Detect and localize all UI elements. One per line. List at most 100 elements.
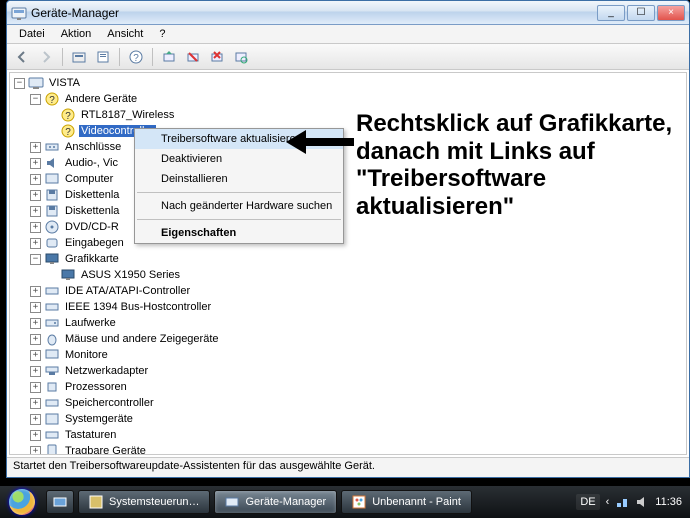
expand-icon[interactable]: + [30, 222, 41, 233]
clock[interactable]: 11:36 [655, 496, 682, 508]
control-panel-icon [89, 495, 103, 509]
node-processors[interactable]: +Prozessoren [10, 379, 686, 395]
back-button[interactable] [11, 46, 33, 68]
audio-icon [44, 155, 60, 171]
expand-icon[interactable]: + [30, 238, 41, 249]
display-icon [60, 267, 76, 283]
node-mice[interactable]: +Mäuse und andere Zeigegeräte [10, 331, 686, 347]
expand-icon[interactable]: + [30, 190, 41, 201]
windows-orb-icon [9, 489, 35, 515]
expand-icon[interactable]: + [30, 366, 41, 377]
tray-chevron-icon[interactable]: ‹ [606, 496, 610, 508]
node-network[interactable]: +Netzwerkadapter [10, 363, 686, 379]
close-button[interactable]: × [657, 5, 685, 21]
task-paint[interactable]: Unbenannt - Paint [341, 490, 472, 514]
menu-action[interactable]: Aktion [53, 26, 100, 42]
toolbar-help-icon[interactable]: ? [125, 46, 147, 68]
node-system[interactable]: +Systemgeräte [10, 411, 686, 427]
expand-icon[interactable]: + [30, 446, 41, 456]
svg-text:?: ? [65, 127, 71, 138]
taskbar: Systemsteuerun… Geräte-Manager Unbenannt… [0, 486, 690, 518]
volume-tray-icon[interactable] [635, 495, 649, 509]
separator [137, 192, 341, 193]
ctx-uninstall[interactable]: Deinstallieren [135, 169, 343, 189]
node-monitors[interactable]: +Monitore [10, 347, 686, 363]
task-control-panel[interactable]: Systemsteuerun… [78, 490, 210, 514]
minimize-button[interactable]: _ [597, 5, 625, 21]
menu-help[interactable]: ? [151, 26, 173, 42]
node-display-adapters[interactable]: −Grafikkarte [10, 251, 686, 267]
system-icon [44, 411, 60, 427]
toolbar-scan-hw-icon[interactable] [230, 46, 252, 68]
paint-icon [352, 495, 366, 509]
portable-icon [44, 443, 60, 455]
ide-icon [44, 283, 60, 299]
node-drives[interactable]: +Laufwerke [10, 315, 686, 331]
task-device-manager[interactable]: Geräte-Manager [214, 490, 337, 514]
toolbar-disable-icon[interactable] [182, 46, 204, 68]
storage-icon [44, 395, 60, 411]
expand-icon[interactable]: + [30, 318, 41, 329]
expand-icon[interactable]: + [30, 142, 41, 153]
computer-icon [44, 171, 60, 187]
network-tray-icon[interactable] [615, 495, 629, 509]
expand-icon[interactable]: + [30, 334, 41, 345]
node-ide[interactable]: +IDE ATA/ATAPI-Controller [10, 283, 686, 299]
collapse-icon[interactable]: − [14, 78, 25, 89]
ctx-disable[interactable]: Deaktivieren [135, 149, 343, 169]
start-button[interactable] [0, 486, 44, 518]
expand-icon[interactable]: + [30, 158, 41, 169]
node-1394[interactable]: +IEEE 1394 Bus-Hostcontroller [10, 299, 686, 315]
expand-icon[interactable]: + [30, 174, 41, 185]
display-icon [44, 251, 60, 267]
node-dvd[interactable]: +DVD/CD-R [10, 219, 686, 235]
language-indicator[interactable]: DE [576, 494, 599, 510]
toolbar-scan-icon[interactable] [68, 46, 90, 68]
ctx-update-driver[interactable]: Treibersoftware aktualisieren... [135, 129, 343, 149]
tree-root[interactable]: −VISTA [10, 75, 686, 91]
node-other-devices[interactable]: −?Andere Geräte [10, 91, 686, 107]
system-tray: DE ‹ 11:36 [576, 494, 690, 510]
separator [62, 48, 63, 66]
expand-icon[interactable]: + [30, 430, 41, 441]
toolbar-update-icon[interactable] [158, 46, 180, 68]
menu-bar: Datei Aktion Ansicht ? [7, 25, 689, 44]
firewire-icon [44, 299, 60, 315]
annotation-text: Rechtsklick auf Grafikkarte, danach mit … [356, 110, 690, 220]
expand-icon[interactable]: + [30, 414, 41, 425]
quick-launch[interactable] [46, 490, 74, 514]
toolbar-properties-icon[interactable] [92, 46, 114, 68]
unknown-icon: ? [60, 107, 76, 123]
show-desktop-icon [53, 495, 67, 509]
svg-text:?: ? [49, 95, 55, 106]
node-storage-ctrl[interactable]: +Speichercontroller [10, 395, 686, 411]
expand-icon[interactable]: + [30, 382, 41, 393]
expand-icon[interactable]: + [30, 302, 41, 313]
node-keyboards[interactable]: +Tastaturen [10, 427, 686, 443]
expand-icon[interactable]: + [30, 398, 41, 409]
mouse-icon [44, 331, 60, 347]
unknown-icon: ? [44, 91, 60, 107]
expand-icon[interactable]: + [30, 350, 41, 361]
app-icon [11, 5, 27, 21]
forward-button[interactable] [35, 46, 57, 68]
expand-icon[interactable]: + [30, 286, 41, 297]
expand-icon[interactable]: + [30, 206, 41, 217]
node-portable[interactable]: +Tragbare Geräte [10, 443, 686, 455]
window-title: Geräte-Manager [31, 6, 597, 20]
collapse-icon[interactable]: − [30, 254, 41, 265]
separator [152, 48, 153, 66]
title-bar[interactable]: Geräte-Manager _ ☐ × [7, 1, 689, 25]
maximize-button[interactable]: ☐ [627, 5, 655, 21]
menu-view[interactable]: Ansicht [99, 26, 151, 42]
cpu-icon [44, 379, 60, 395]
toolbar-uninstall-icon[interactable] [206, 46, 228, 68]
collapse-icon[interactable]: − [30, 94, 41, 105]
floppy-icon [44, 203, 60, 219]
node-hid[interactable]: +Eingabegen [10, 235, 686, 251]
ctx-properties[interactable]: Eigenschaften [135, 223, 343, 243]
ctx-scan-hardware[interactable]: Nach geänderter Hardware suchen [135, 196, 343, 216]
node-asus-x1950[interactable]: ASUS X1950 Series [10, 267, 686, 283]
menu-file[interactable]: Datei [11, 26, 53, 42]
disc-icon [44, 219, 60, 235]
